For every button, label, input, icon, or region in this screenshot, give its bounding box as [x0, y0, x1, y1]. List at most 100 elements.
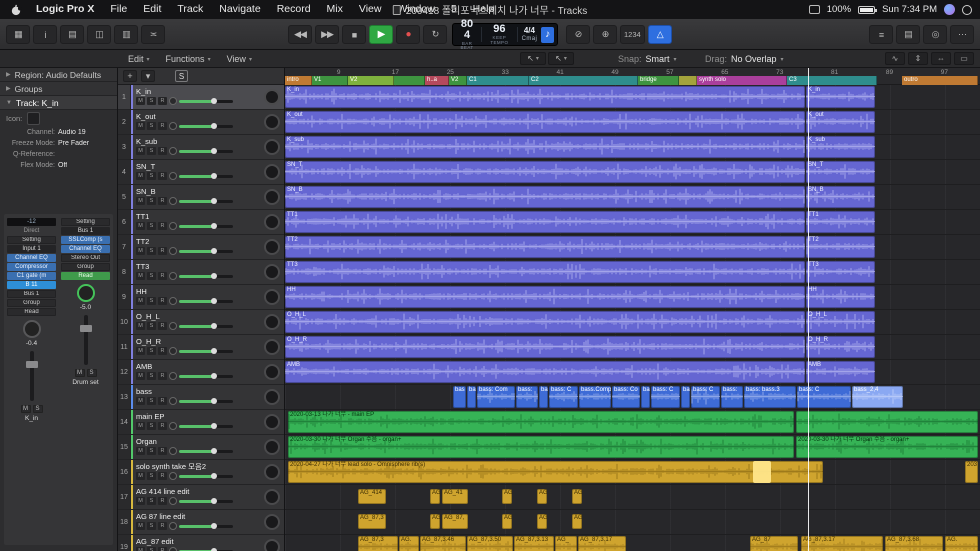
track-header-tt3[interactable]: 8 TT3 M S R [118, 260, 284, 285]
track-s-button[interactable]: S [147, 272, 156, 280]
bar-ruler[interactable]: 91725334149576573818997105 introV1V2h..a… [285, 68, 980, 85]
pan-knob[interactable] [169, 272, 177, 280]
audio-region[interactable]: 2020-03-30 나가 너무 Organ 수음 - organ+ [288, 436, 794, 458]
audio-region[interactable]: TT2 [806, 236, 875, 258]
audio-region[interactable]: bass: [516, 386, 538, 408]
track-s-button[interactable]: S [147, 222, 156, 230]
track-header-k-out[interactable]: 2 K_out M S R [118, 110, 284, 135]
lane-tt1[interactable]: TT1 TT1 [285, 210, 980, 235]
track-meter-knob[interactable] [264, 164, 280, 180]
pan-knob[interactable] [169, 147, 177, 155]
track-meter-knob[interactable] [264, 214, 280, 230]
loop-browser-icon[interactable]: ◎ [923, 25, 947, 44]
zoom-control-icon-2[interactable]: ⇔ [931, 52, 951, 65]
track-meter-knob[interactable] [264, 139, 280, 155]
menu-track[interactable]: Track [169, 0, 211, 19]
audio-region[interactable]: TT3 [806, 261, 875, 283]
audio-region[interactable]: K_out [285, 111, 805, 133]
lane-bass[interactable]: bas ba bass: Com bass: ba bass: Cbass.Comp bas… [285, 385, 980, 410]
pan-knob[interactable] [169, 472, 177, 480]
cycle-button[interactable]: ↻ [423, 25, 447, 44]
zoom-control-icon-3[interactable]: ▭ [954, 52, 974, 65]
lcd-display[interactable]: 80 4 BAR BEAT 96 KEEP TEMPO 4/4 Cmaj ♪ [452, 18, 558, 50]
audio-region[interactable]: ba [467, 386, 476, 408]
audio-region[interactable]: AG_41 [442, 489, 468, 504]
track-meter-knob[interactable] [264, 114, 280, 130]
marker-v2[interactable]: V2 [449, 76, 467, 85]
audio-region[interactable]: K_sub [806, 136, 875, 158]
track-header-k-in[interactable]: 1 K_in M S R [118, 85, 284, 110]
audio-region[interactable]: SN_B [285, 186, 805, 208]
track-meter-knob[interactable] [264, 539, 280, 551]
track-meter-knob[interactable] [264, 289, 280, 305]
audio-region[interactable]: AG_ [537, 514, 547, 529]
audio-region[interactable]: TT1 [806, 211, 875, 233]
audio-region[interactable]: ba [641, 386, 650, 408]
audio-region[interactable]: AG_87,3 [358, 536, 398, 551]
track-s-button[interactable]: S [147, 247, 156, 255]
track-m-button[interactable]: M [136, 272, 145, 280]
audio-region[interactable]: O_H_L [285, 311, 805, 333]
marker-v2[interactable]: V2 [348, 76, 394, 85]
marker-c1[interactable]: C1 [467, 76, 529, 85]
track-m-button[interactable]: M [136, 372, 145, 380]
track-meter-knob[interactable] [264, 464, 280, 480]
track-s-button[interactable]: S [147, 147, 156, 155]
audio-region[interactable]: AG. [430, 514, 440, 529]
strip-m-button[interactable]: M [74, 369, 85, 377]
audio-region[interactable]: bass: Co [612, 386, 640, 408]
field-value[interactable]: Audio 19 [58, 129, 86, 136]
track-header-k-sub[interactable]: 3 K_sub M S R [118, 135, 284, 160]
track-r-button[interactable]: R [158, 122, 167, 130]
pan-knob[interactable] [169, 247, 177, 255]
left-click-tool[interactable]: ↖ ▾ [520, 52, 546, 65]
audio-region[interactable]: TT2 [285, 236, 805, 258]
audio-region[interactable]: bass: C [797, 386, 851, 408]
pan-knob[interactable] [169, 547, 177, 551]
list-editors-icon[interactable]: ≡ [869, 25, 893, 44]
audio-region[interactable]: AG_ [572, 489, 582, 504]
marker-intro[interactable]: intro [285, 76, 312, 85]
pan-knob[interactable] [169, 197, 177, 205]
track-m-button[interactable]: M [136, 422, 145, 430]
volume-slider[interactable] [179, 497, 233, 504]
track-r-button[interactable]: R [158, 172, 167, 180]
menu-logic-pro-x[interactable]: Logic Pro X [28, 0, 102, 19]
track-header-ag-414-line-edit[interactable]: 17 AG 414 line edit M S R [118, 485, 284, 510]
audio-region[interactable]: K_in [285, 86, 805, 108]
track-meter-knob[interactable] [264, 239, 280, 255]
strip-slot-plug[interactable]: Compressor [7, 263, 56, 271]
zoom-control-icon-0[interactable]: ∿ [885, 52, 905, 65]
track-s-button[interactable]: S [147, 122, 156, 130]
track-s-button[interactable]: S [147, 397, 156, 405]
audio-region[interactable]: 2020-03-13 나가 너무 - main EP [288, 411, 794, 433]
strip-slot-btn[interactable]: Setting [61, 218, 110, 226]
spotlight-icon[interactable] [962, 4, 972, 15]
audio-region[interactable] [796, 411, 978, 433]
marker-synth-solo[interactable]: synth solo [697, 76, 787, 85]
audio-region[interactable]: 203 [965, 461, 978, 483]
audio-region[interactable]: AG. [399, 536, 419, 551]
audio-region[interactable]: O_H_R [285, 336, 805, 358]
pan-knob[interactable] [169, 172, 177, 180]
mixer-icon[interactable]: ▥ [114, 25, 138, 44]
track-s-button[interactable]: S [147, 547, 156, 551]
track-r-button[interactable]: R [158, 372, 167, 380]
strip-slot-btn[interactable]: Read [7, 308, 56, 316]
note-pads-icon[interactable]: ▤ [896, 25, 920, 44]
stop-button[interactable]: ■ [342, 25, 366, 44]
track-s-button[interactable]: S [147, 447, 156, 455]
lane-sn-b[interactable]: SN_B SN_B [285, 185, 980, 210]
strip-pan-knob[interactable] [22, 320, 41, 338]
track-s-button[interactable]: S [147, 472, 156, 480]
volume-slider[interactable] [179, 347, 233, 354]
volume-slider[interactable] [179, 147, 233, 154]
track-r-button[interactable]: R [158, 547, 167, 551]
track-stack-button[interactable]: ▾ [141, 70, 155, 82]
track-m-button[interactable]: M [136, 347, 145, 355]
quick-help-icon[interactable]: i [33, 25, 57, 44]
track-m-button[interactable]: M [136, 497, 145, 505]
audio-region[interactable]: bass: Com [477, 386, 515, 408]
audio-region[interactable]: bass_2,4 [852, 386, 903, 408]
track-m-button[interactable]: M [136, 322, 145, 330]
